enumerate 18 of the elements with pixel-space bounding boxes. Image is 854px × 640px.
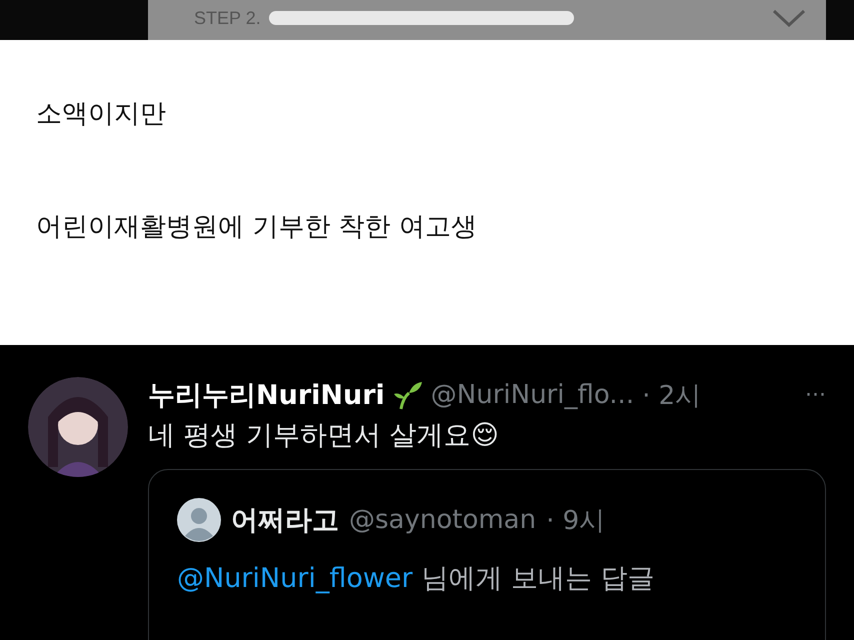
avatar[interactable] xyxy=(177,498,221,542)
post-text: 소액이지만 xyxy=(36,98,167,131)
display-name[interactable]: 어쩌라고 xyxy=(231,502,339,538)
quoted-post[interactable]: 어쩌라고 @saynotoman · 9시 @NuriNuri_flower 님에게 보내는 답글 xyxy=(148,469,826,640)
reply-text: 네 평생 기부하면서 살게요😌 xyxy=(148,419,500,453)
sprout-icon xyxy=(392,380,423,410)
post-text: 어린이재활병원에 기부한 착한 여고생 xyxy=(36,211,478,244)
display-name[interactable]: 누리누리NuriNuri xyxy=(148,377,385,413)
mention-link[interactable]: @NuriNuri_flower xyxy=(177,563,413,594)
reply-note: 님에게 보내는 답글 xyxy=(421,563,654,594)
more-button[interactable]: ··· xyxy=(805,382,826,408)
post-time: · 2시 xyxy=(642,380,702,412)
avatar[interactable] xyxy=(28,377,128,477)
user-handle[interactable]: @saynotoman xyxy=(349,505,536,535)
chevron-down-icon xyxy=(772,9,806,27)
post-time: · 9시 xyxy=(546,504,606,538)
step-label: STEP 2. xyxy=(194,8,261,28)
user-handle[interactable]: @NuriNuri_flo... xyxy=(430,380,634,410)
